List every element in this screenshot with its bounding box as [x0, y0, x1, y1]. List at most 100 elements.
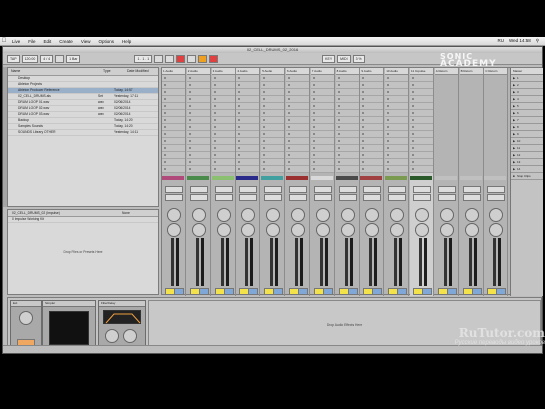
clip-slot[interactable]: [286, 131, 309, 138]
scene-launch[interactable]: ▶ 1: [511, 75, 543, 82]
input-type-menu[interactable]: [313, 186, 332, 193]
key-map-button[interactable]: KEY: [322, 54, 336, 63]
clip-slot[interactable]: [310, 117, 334, 124]
clip-slot[interactable]: [335, 145, 359, 152]
monitor-menu[interactable]: [363, 194, 382, 201]
clip-slot[interactable]: [385, 124, 409, 131]
track-title[interactable]: A Return: [434, 68, 458, 75]
track-title[interactable]: 3 Audio: [211, 68, 235, 75]
clip-slot[interactable]: [385, 131, 409, 138]
input-type-menu[interactable]: [239, 186, 258, 193]
clip-slot[interactable]: [186, 124, 210, 131]
clip-slot[interactable]: [385, 110, 409, 117]
solo-button[interactable]: [223, 288, 234, 295]
monitor-menu[interactable]: [313, 194, 332, 201]
volume-fader[interactable]: [295, 238, 298, 286]
solo-button[interactable]: [397, 288, 408, 295]
master-title[interactable]: Master: [511, 68, 543, 75]
metronome-icon[interactable]: [55, 54, 65, 63]
filter-display[interactable]: [103, 310, 141, 324]
volume-fader[interactable]: [220, 238, 224, 286]
clip-slot[interactable]: [261, 138, 285, 145]
clip-slot[interactable]: [236, 124, 260, 131]
clip-slot[interactable]: [385, 145, 409, 152]
track-title[interactable]: C Return: [484, 68, 508, 75]
clip-slot[interactable]: [286, 159, 309, 166]
clip-slot[interactable]: [186, 82, 210, 89]
monitor-menu[interactable]: [388, 194, 407, 201]
clip-slot[interactable]: [211, 145, 235, 152]
clip-slot[interactable]: [286, 89, 309, 96]
stop-button[interactable]: [165, 54, 175, 63]
clip-slot[interactable]: [360, 159, 384, 166]
input-type-menu[interactable]: [214, 186, 233, 193]
scene-launch[interactable]: ▶ 10: [511, 138, 543, 145]
send-knob[interactable]: [167, 208, 181, 222]
clip-slot[interactable]: [162, 166, 185, 173]
track-title[interactable]: 9 Audio: [360, 68, 384, 75]
clip-slot[interactable]: [410, 131, 433, 138]
clip-slot[interactable]: [385, 159, 409, 166]
clip-slot[interactable]: [385, 96, 409, 103]
scene-launch[interactable]: ▶ 14: [511, 166, 543, 173]
clip-slot[interactable]: [385, 82, 409, 89]
menu-help[interactable]: Help: [118, 39, 135, 44]
clip-slot[interactable]: [162, 110, 185, 117]
clip-slot[interactable]: [186, 75, 210, 82]
volume-fader[interactable]: [245, 238, 249, 286]
spotlight-icon[interactable]: ⚲: [536, 38, 539, 44]
clip-slot[interactable]: [385, 89, 409, 96]
clip-slot[interactable]: [236, 103, 260, 110]
clip-slot[interactable]: [261, 145, 285, 152]
pan-knob[interactable]: [266, 223, 281, 237]
clip-slot[interactable]: [410, 152, 433, 159]
clip-slot[interactable]: [236, 159, 260, 166]
volume-fader[interactable]: [319, 238, 323, 286]
session-record-button[interactable]: [209, 54, 219, 63]
clip-slot[interactable]: [286, 152, 309, 159]
input-type-menu[interactable]: [338, 186, 357, 193]
time-signature[interactable]: 4 / 4: [40, 54, 54, 63]
clip-slot[interactable]: [335, 124, 359, 131]
menu-edit[interactable]: Edit: [40, 39, 56, 44]
clip-slot[interactable]: [286, 103, 309, 110]
pan-knob[interactable]: [315, 223, 330, 237]
clip-slot[interactable]: [360, 103, 384, 110]
track-title[interactable]: 2 Audio: [186, 68, 210, 75]
send-knob[interactable]: [489, 208, 504, 222]
clip-slot[interactable]: [335, 138, 359, 145]
volume-fader[interactable]: [344, 238, 348, 286]
clip-slot[interactable]: [162, 152, 185, 159]
clip-slot[interactable]: [310, 131, 334, 138]
clip-slot[interactable]: [360, 75, 384, 82]
solo-button[interactable]: [174, 288, 184, 295]
track-4[interactable]: 4 Audio: [236, 68, 261, 296]
track-6[interactable]: 6 Audio: [286, 68, 310, 296]
clip-slot[interactable]: [261, 96, 285, 103]
menu-live[interactable]: Live: [8, 39, 24, 44]
clip-slot[interactable]: [286, 117, 309, 124]
clip-slot[interactable]: [186, 89, 210, 96]
clip-slot[interactable]: [186, 159, 210, 166]
pan-knob[interactable]: [191, 223, 206, 237]
clip-slot[interactable]: [211, 103, 235, 110]
input-type-menu[interactable]: [363, 186, 382, 193]
clip-slot[interactable]: [360, 110, 384, 117]
pan-knob[interactable]: [216, 223, 231, 237]
browser-item[interactable]: SOUNDS Library OTHER Yesterday, 14:11: [8, 130, 158, 136]
input-type-menu[interactable]: [487, 186, 506, 193]
clip-slot[interactable]: [162, 96, 185, 103]
clip-slot[interactable]: [360, 152, 384, 159]
clock[interactable]: Wed 14:58: [509, 38, 531, 44]
track-title[interactable]: 10 Audio: [385, 68, 409, 75]
clip-slot[interactable]: [236, 82, 260, 89]
clip-slot[interactable]: [310, 124, 334, 131]
clip-slot[interactable]: [261, 82, 285, 89]
input-type-menu[interactable]: [462, 186, 481, 193]
volume-fader[interactable]: [468, 238, 472, 286]
input-language[interactable]: RU: [498, 38, 505, 44]
clip-slot[interactable]: [310, 89, 334, 96]
track-title[interactable]: 11 Impulse: [410, 68, 433, 75]
clip-slot[interactable]: [310, 152, 334, 159]
song-position[interactable]: 1 . 1 . 1: [134, 54, 153, 63]
